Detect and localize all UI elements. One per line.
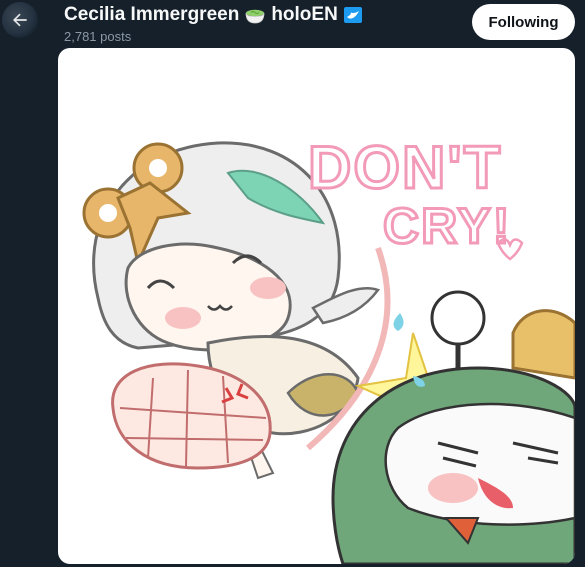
affiliation-label: holoEN <box>271 4 338 25</box>
arrow-left-icon <box>13 13 27 27</box>
lettering-line-2: CRY! <box>383 198 511 254</box>
verified-badge-icon <box>343 5 363 25</box>
lettering-line-1: DON'T <box>308 134 502 201</box>
green-creature <box>331 290 575 564</box>
display-name: Cecilia Immergreen <box>64 4 240 25</box>
matcha-teacup-icon <box>244 4 266 26</box>
media-image[interactable]: DON'T CRY! <box>58 48 575 564</box>
back-button[interactable] <box>2 2 38 38</box>
profile-title: Cecilia Immergreen holoEN <box>64 2 363 28</box>
artwork-illustration: DON'T CRY! <box>82 133 575 564</box>
following-button[interactable]: Following <box>472 4 575 40</box>
profile-header: Cecilia Immergreen holoEN 2,781 posts Fo… <box>0 0 585 50</box>
post-count: 2,781 posts <box>64 29 132 44</box>
